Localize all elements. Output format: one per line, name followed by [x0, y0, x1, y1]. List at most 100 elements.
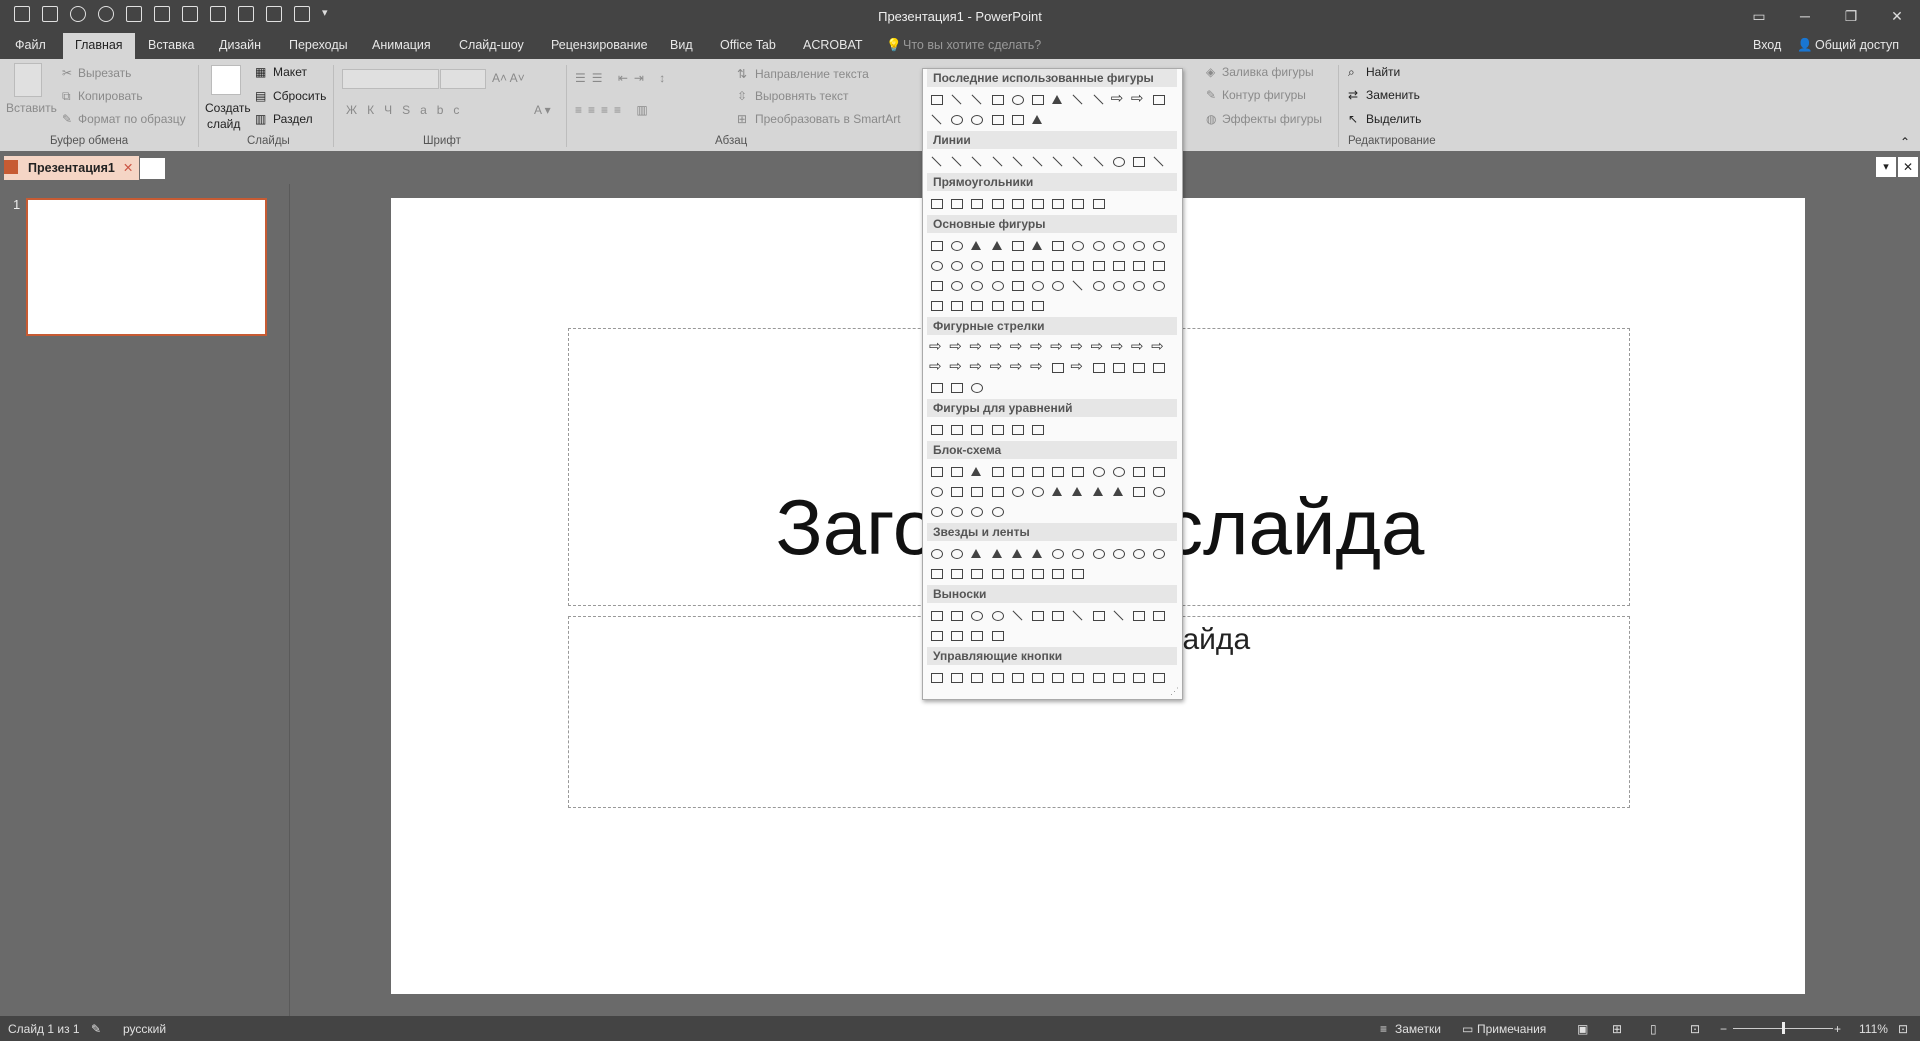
close-all-tabs-button[interactable]: ✕: [1898, 157, 1918, 177]
shape-action[interactable]: [948, 669, 965, 686]
new-slide-button[interactable]: Создать: [205, 101, 251, 115]
tab-office-tab[interactable]: Office Tab: [720, 38, 776, 52]
shape-action[interactable]: [1069, 669, 1086, 686]
shape-flow[interactable]: [1029, 483, 1046, 500]
shape-curve[interactable]: [1110, 153, 1127, 170]
signin-link[interactable]: Вход: [1753, 38, 1781, 52]
notes-icon[interactable]: ≡: [1380, 1022, 1387, 1036]
tab-design[interactable]: Дизайн: [219, 38, 261, 52]
shape-row[interactable]: [928, 421, 1046, 438]
shape-row[interactable]: [928, 607, 1167, 624]
shape-action[interactable]: [1049, 669, 1066, 686]
plus-shape[interactable]: [928, 421, 945, 438]
shape-action[interactable]: [968, 669, 985, 686]
shape-flow[interactable]: [928, 503, 945, 520]
font-color-icon[interactable]: A ▾: [534, 103, 551, 117]
shape-callout[interactable]: [989, 627, 1006, 644]
layout-icon[interactable]: ▦: [255, 65, 266, 79]
shape-star[interactable]: [1150, 545, 1167, 562]
shape-basic[interactable]: [968, 257, 985, 274]
zoom-slider-thumb[interactable]: [1782, 1022, 1785, 1034]
shape-basic[interactable]: [989, 237, 1006, 254]
shape-row[interactable]: [928, 357, 1167, 376]
elbow-arrow-shape[interactable]: [1090, 91, 1107, 108]
u-turn-shape[interactable]: [968, 379, 985, 396]
pentagon-arrow-shape[interactable]: [1049, 359, 1066, 376]
fit-slide-icon[interactable]: ⊡: [1898, 1022, 1908, 1036]
close-tab-icon[interactable]: ✕: [123, 161, 133, 175]
shape-basic[interactable]: [948, 277, 965, 294]
zoom-in-button[interactable]: +: [1834, 1022, 1841, 1036]
shape-star[interactable]: [989, 545, 1006, 562]
shape-ribbon[interactable]: [928, 565, 945, 582]
slide-counter[interactable]: Слайд 1 из 1: [8, 1022, 80, 1036]
sun-shape[interactable]: [1090, 277, 1107, 294]
clipboard-icon[interactable]: [14, 63, 42, 97]
shape-line[interactable]: [968, 153, 985, 170]
shape-flow[interactable]: [1130, 463, 1147, 480]
shape-row[interactable]: [928, 545, 1167, 562]
shape-rect[interactable]: [968, 195, 985, 212]
shape-rect[interactable]: [1009, 195, 1026, 212]
shape-line[interactable]: [1069, 153, 1086, 170]
arc-shape[interactable]: [948, 111, 965, 128]
normal-view-icon[interactable]: ▣: [1577, 1022, 1588, 1036]
brace-left-shape[interactable]: [989, 111, 1006, 128]
shape-star[interactable]: [1049, 545, 1066, 562]
shape-flow[interactable]: [1069, 463, 1086, 480]
shape-ribbon[interactable]: [1049, 565, 1066, 582]
shape-row[interactable]: [928, 669, 1167, 686]
shape-flow[interactable]: [1049, 483, 1066, 500]
moon-shape[interactable]: [1110, 277, 1127, 294]
shape-flow[interactable]: [989, 463, 1006, 480]
shape-star[interactable]: [928, 545, 945, 562]
cloud-shape[interactable]: [1130, 277, 1147, 294]
cut-button[interactable]: Вырезать: [78, 66, 131, 80]
lightning-shape[interactable]: [1069, 277, 1086, 294]
curve-shape[interactable]: [928, 111, 945, 128]
shape-flow[interactable]: [1009, 483, 1026, 500]
arc-shape[interactable]: [1150, 277, 1167, 294]
callout-arrow-shape[interactable]: [1110, 359, 1127, 376]
shape-basic[interactable]: [1150, 257, 1167, 274]
shape-ribbon[interactable]: [1069, 565, 1086, 582]
divide-shape[interactable]: [989, 421, 1006, 438]
shape-arrow[interactable]: [1009, 357, 1026, 376]
shape-basic[interactable]: [968, 237, 985, 254]
shape-arrow[interactable]: [1110, 337, 1127, 356]
callout-arrow-shape[interactable]: [1130, 359, 1147, 376]
shape-star[interactable]: [1130, 545, 1147, 562]
shape-ribbon[interactable]: [948, 565, 965, 582]
ribbon-display-icon[interactable]: ▭: [1748, 5, 1770, 27]
grow-font-icon[interactable]: A˄ A˅: [492, 71, 525, 85]
shape-callout[interactable]: [948, 627, 965, 644]
paste-button[interactable]: Вставить: [6, 101, 57, 115]
shape-action[interactable]: [989, 669, 1006, 686]
spellcheck-icon[interactable]: ✎: [91, 1022, 101, 1036]
tab-animations[interactable]: Анимация: [372, 38, 431, 52]
tab-list-dropdown[interactable]: ▾: [1876, 157, 1896, 177]
zoom-level[interactable]: 111%: [1859, 1022, 1888, 1036]
shape-flow[interactable]: [1130, 483, 1147, 500]
shape-row[interactable]: [928, 277, 1167, 294]
shape-row[interactable]: [928, 463, 1167, 480]
shape-basic[interactable]: [948, 257, 965, 274]
format-painter-icon[interactable]: ✎: [62, 112, 72, 126]
shape-flow[interactable]: [928, 463, 945, 480]
shape-star[interactable]: [968, 545, 985, 562]
shape-row[interactable]: [928, 627, 1006, 644]
shape-callout[interactable]: [968, 627, 985, 644]
font-style-buttons[interactable]: ЖКЧSabc: [346, 103, 469, 117]
text-direction-button[interactable]: Направление текста: [755, 67, 869, 81]
shape-basic[interactable]: [948, 237, 965, 254]
right-arrow-shape[interactable]: [1110, 89, 1127, 108]
shape-flow[interactable]: [1049, 463, 1066, 480]
quad-arrow-shape[interactable]: [948, 379, 965, 396]
shape-row[interactable]: [928, 237, 1167, 254]
shape-line[interactable]: [928, 153, 945, 170]
shape-row[interactable]: [928, 195, 1107, 212]
font-size-select[interactable]: [440, 69, 486, 89]
shape-fill-button[interactable]: Заливка фигуры: [1222, 65, 1314, 79]
shapes-gallery[interactable]: Последние использованные фигуры Линии Пр…: [922, 68, 1183, 700]
find-icon[interactable]: ⌕: [1348, 65, 1355, 80]
